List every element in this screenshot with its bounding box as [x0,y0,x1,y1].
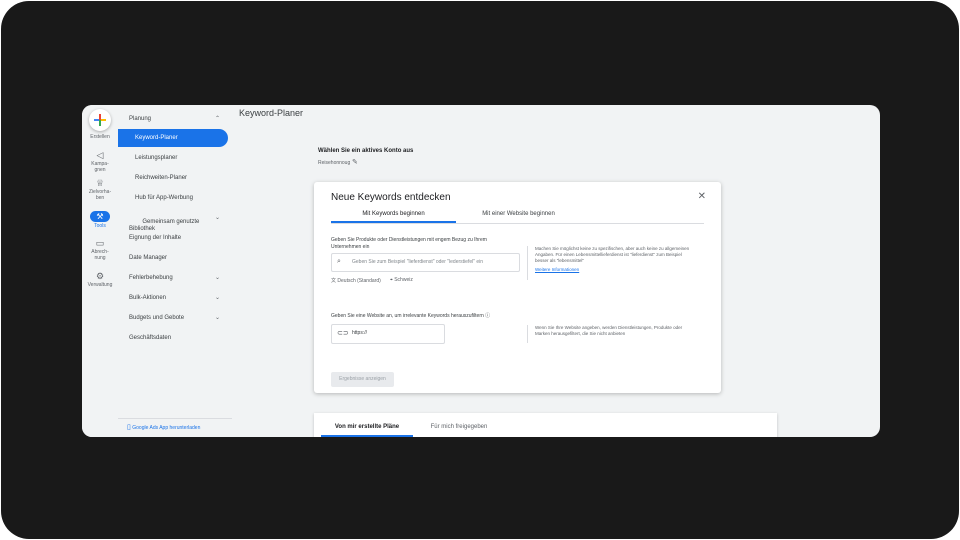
nav-item-label: Hub für App-Werbung [135,195,193,201]
search-icon: ⌕ [337,258,341,265]
location-selector[interactable]: ⌖ Schweiz [390,277,413,283]
left-rail: Erstellen ◁ Kampa- gnen ♕ Zielvorha- ben… [82,105,118,437]
rail-item-label: Tools [94,223,106,229]
chevron-down-icon: ⌄ [214,295,220,301]
rail-item-admin[interactable]: ⚙ Verwaltung [82,271,118,288]
nav-item-label: Leistungsplaner [135,155,178,161]
tab-keywords[interactable]: Mit Keywords beginnen [331,209,456,223]
tab-website[interactable]: Mit einer Website beginnen [456,209,581,223]
help-icon[interactable]: ⓘ [485,313,490,319]
edit-icon[interactable]: ✎ [352,158,358,166]
rail-item-label: Abrech- nung [91,249,109,261]
tools-nav: Planung ⌃ Keyword-Planer Leistungsplaner… [118,105,232,437]
keywords-help-text: Machen Sie möglichst keine zu spezifisch… [535,246,690,263]
chevron-down-icon: ⌄ [214,315,220,321]
website-label-text: Geben Sie eine Website an, um irrelevant… [331,313,484,319]
nav-item-bulk-aktionen[interactable]: Bulk-Aktionen ⌄ [118,289,228,307]
language-value: Deutsch (Standard) [337,278,381,284]
tab-shared-plans[interactable]: Für mich freigegeben [413,421,505,437]
nav-item-geschaeftsdaten[interactable]: Geschäftsdaten [118,329,228,347]
link-icon: ⊂⊃ [337,330,349,337]
plus-icon [94,114,106,126]
nav-item-hub-app-werbung[interactable]: Hub für App-Werbung [118,189,228,207]
location-value: Schweiz [394,277,413,283]
nav-item-date-manager[interactable]: Date Manager [118,249,228,267]
keywords-label: Geben Sie Produkte oder Dienstleistungen… [331,237,487,250]
website-input[interactable]: ⊂⊃ https:// [331,324,445,344]
nav-item-leistungsplaner[interactable]: Leistungsplaner [118,149,228,167]
nav-item-reichweiten-planer[interactable]: Reichweiten-Planer [118,169,228,187]
language-selector[interactable]: 文 Deutsch (Standard) [331,277,381,284]
nav-item-label: Reichweiten-Planer [135,175,188,181]
nav-item-label: Budgets und Gebote [129,315,185,321]
nav-item-label: Fehlerbehebung [129,275,173,281]
chevron-down-icon: ⌄ [214,215,220,221]
nav-item-bibliothek[interactable]: Gemeinsam genutzte Bibliothek ⌄ [118,209,228,232]
nav-item-label: Keyword-Planer [135,135,178,141]
goal-icon: ♕ [95,178,105,188]
nav-item-label: Geschäftsdaten [129,335,172,341]
website-label: Geben Sie eine Website an, um irrelevant… [331,313,521,320]
translate-icon: 文 [331,278,337,284]
chevron-up-icon: ⌃ [214,116,220,122]
nav-item-fehlerbehebung[interactable]: Fehlerbehebung ⌄ [118,269,228,287]
account-name[interactable]: Reisehonnoug [318,160,350,166]
rail-item-label: Kampa- gnen [91,161,109,173]
show-results-button[interactable]: Ergebnisse anzeigen [331,372,394,387]
rail-item-label: Zielvorha- ben [88,189,112,201]
rail-item-billing[interactable]: ▭ Abrech- nung [82,238,118,261]
website-placeholder: https:// [352,330,368,336]
keywords-input[interactable]: ⌕ Geben Sie zum Beispiel "lieferdienst" … [331,253,520,272]
tools-icon: ⚒ [90,211,110,222]
website-help: Wenn Sie Ihre Website angeben, werden Di… [527,325,692,343]
nav-item-planung[interactable]: Planung ⌃ [118,110,228,128]
nav-item-eignung[interactable]: Eignung der Inhalte [118,229,228,247]
rail-item-label: Verwaltung [87,282,113,288]
tabs-divider [331,223,704,224]
app-download-link[interactable]: ▯ Google Ads App herunterladen [127,423,200,433]
gear-icon: ⚙ [95,271,105,281]
rail-item-goals[interactable]: ♕ Zielvorha- ben [82,178,118,201]
rail-item-tools[interactable]: ⚒ Tools [82,211,118,229]
billing-icon: ▭ [95,238,105,248]
keywords-placeholder: Geben Sie zum Beispiel "lieferdienst" od… [352,259,484,265]
nav-divider [118,418,232,419]
card-title: Neue Keywords entdecken [331,192,451,203]
account-heading: Wählen Sie ein aktives Konto aus [318,148,414,154]
phone-icon: ▯ [127,424,131,431]
app-download-label: Google Ads App herunterladen [132,425,201,431]
plans-card: Von mir erstellte Pläne Für mich freigeg… [314,413,777,437]
rail-item-campaigns[interactable]: ◁ Kampa- gnen [82,150,118,173]
screen-frame: Erstellen ◁ Kampa- gnen ♕ Zielvorha- ben… [1,1,959,539]
page-title: Keyword-Planer [239,108,304,118]
create-button[interactable] [89,109,111,131]
nav-item-label: Bulk-Aktionen [129,295,167,301]
nav-item-label: Date Manager [129,255,168,261]
location-pin-icon: ⌖ [390,277,393,283]
app-window: Erstellen ◁ Kampa- gnen ♕ Zielvorha- ben… [82,105,880,437]
chevron-down-icon: ⌄ [214,275,220,281]
nav-item-budgets-gebote[interactable]: Budgets und Gebote ⌄ [118,309,228,327]
close-icon[interactable]: ✕ [698,191,706,202]
tab-my-plans[interactable]: Von mir erstellte Pläne [321,421,413,437]
keywords-help: Machen Sie möglichst keine zu spezifisch… [527,246,692,280]
create-label: Erstellen [90,134,110,140]
nav-item-label: Eignung der Inhalte [129,235,182,241]
nav-item-keyword-planer[interactable]: Keyword-Planer [118,129,228,147]
nav-item-label: Planung [129,116,152,122]
campaign-icon: ◁ [96,150,104,160]
more-info-link[interactable]: Weitere Informationen [535,267,692,273]
keyword-discovery-card: Neue Keywords entdecken ✕ Mit Keywords b… [314,182,721,393]
